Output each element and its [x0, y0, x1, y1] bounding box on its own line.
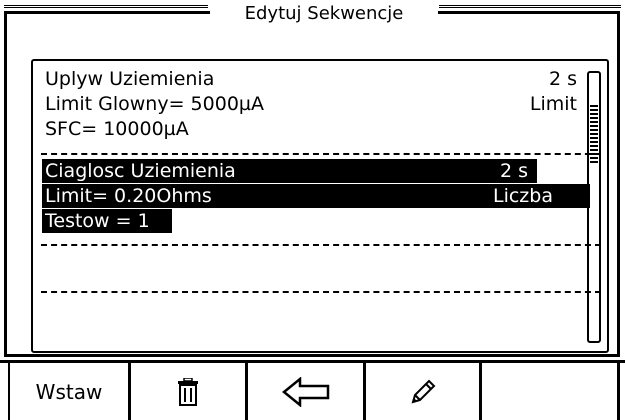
test-mode: Liczba: [453, 184, 553, 208]
pencil-icon: [411, 379, 435, 403]
back-button[interactable]: [245, 363, 363, 420]
test-duration: 2 s: [548, 68, 577, 90]
separator: [41, 291, 601, 293]
separator: [41, 244, 601, 246]
scrollbar-thumb[interactable]: [590, 105, 598, 163]
edit-button[interactable]: [363, 363, 479, 420]
insert-label: Wstaw: [35, 379, 103, 404]
test-mode: Limit: [529, 93, 577, 115]
separator: [41, 153, 601, 155]
test-name-selected[interactable]: Ciaglosc Uziemienia: [45, 159, 236, 183]
window-frame: Edytuj Sekwencje Uplyw Uziemienia 2 s Li…: [4, 4, 621, 357]
arrow-left-icon: [281, 376, 329, 407]
insert-button[interactable]: Wstaw: [8, 363, 128, 420]
test-limit: Limit Glowny= 5000µA: [45, 93, 264, 115]
edit-sequence-screen: Edytuj Sekwencje Uplyw Uziemienia 2 s Li…: [0, 0, 625, 420]
test-limit: Limit= 0.20Ohms: [45, 184, 212, 208]
test-count: Testow = 1: [45, 209, 150, 233]
title-rule-left: [4, 5, 208, 8]
scrollbar[interactable]: [587, 71, 601, 343]
test-sfc-limit: SFC= 10000µA: [45, 118, 189, 140]
trash-icon: [178, 377, 198, 406]
softkey-bar: Wstaw: [0, 360, 625, 420]
title-rule-right: [439, 5, 621, 8]
delete-button[interactable]: [128, 363, 245, 420]
empty-softkey[interactable]: [479, 363, 620, 420]
test-name[interactable]: Uplyw Uziemienia: [45, 67, 214, 91]
window-title: Edytuj Sekwencje: [210, 4, 438, 26]
test-duration: 2 s: [490, 159, 528, 183]
sequence-list[interactable]: Uplyw Uziemienia 2 s Limit Glowny= 5000µ…: [31, 59, 609, 353]
